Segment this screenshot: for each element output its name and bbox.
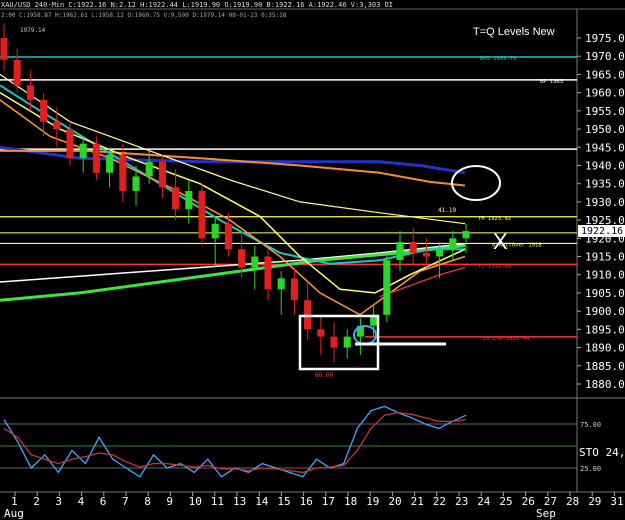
time-tick-label: 31 [610, 495, 623, 508]
time-tick-label: 6 [100, 495, 107, 508]
price-tick-label: 1885.00 [585, 360, 625, 373]
candle-body [436, 249, 444, 257]
candle-body [66, 129, 74, 159]
time-tick-label: 7 [122, 495, 129, 508]
price-tick-label: 1955.00 [585, 105, 625, 118]
candle-body [277, 278, 285, 290]
time-tick-label: 15 [277, 495, 290, 508]
price-tick-label: 1915.00 [585, 251, 625, 264]
annotation-label: 41.19 [438, 207, 456, 214]
candle-body [53, 121, 61, 130]
time-tick-label: 14 [255, 495, 269, 508]
time-tick-label: 26 [522, 495, 535, 508]
candle-body [462, 231, 470, 239]
price-tick-label: 1905.00 [585, 287, 625, 300]
time-tick-label: 4 [78, 495, 85, 508]
candle-body [40, 99, 48, 122]
candle-body [172, 187, 180, 210]
candle-body [317, 329, 325, 337]
price-tick-label: 1910.00 [585, 269, 625, 282]
ohlc-readout: XAU/USD 240-Min C:1922.16 N:2.12 H:1922.… [1, 1, 393, 9]
time-tick-label: 18 [344, 495, 357, 508]
time-tick-label: 28 [566, 495, 579, 508]
candle-body [238, 249, 246, 268]
time-tick-label: 22 [433, 495, 446, 508]
price-tick-label: 1935.00 [585, 178, 625, 191]
candle-body [79, 143, 87, 159]
candle-body [132, 176, 140, 191]
price-tick-label: 1900.00 [585, 305, 625, 318]
time-tick-label: 2 [33, 495, 40, 508]
chart-canvas: XAU/USD 240-Min C:1922.16 N:2.12 H:1922.… [0, 0, 625, 520]
candle-body [0, 38, 8, 60]
time-tick-label: 9 [166, 495, 173, 508]
candle-body [251, 256, 259, 268]
price-tick-label: 1950.00 [585, 123, 625, 136]
candle-body [145, 161, 153, 177]
last-price: 1922.16 [581, 226, 623, 237]
time-tick-label: 8 [144, 495, 151, 508]
price-tick-label: 1945.00 [585, 141, 625, 154]
time-tick-label: 29 [588, 495, 601, 508]
sto-readout: STO 24, [579, 446, 625, 459]
price-tick-label: 1970.00 [585, 50, 625, 63]
time-tick-label: 24 [477, 495, 491, 508]
candle-body [198, 190, 206, 239]
level-label: L0 Low 1892.94 [483, 336, 530, 342]
price-tick-label: 1940.00 [585, 159, 625, 172]
candle-body [264, 256, 272, 290]
high-label: 1979.14 [20, 27, 46, 34]
time-tick-label: 16 [300, 495, 313, 508]
candle-body [422, 252, 430, 257]
month-label: Aug [4, 507, 24, 520]
candle-body [92, 143, 100, 173]
chart-title: T=Q Levels New [473, 26, 555, 38]
time-tick-label: 17 [322, 495, 335, 508]
candle-body [396, 241, 404, 261]
sub-readout: 2:00 C:1958.87 H:1962.61 L:1958.12 O:196… [1, 12, 287, 19]
annotation-label: 86.00 [315, 372, 333, 379]
price-tick-label: 1960.00 [585, 87, 625, 100]
time-tick-label: 25 [499, 495, 512, 508]
price-tick-label: 1880.00 [585, 378, 625, 391]
candle-body [343, 336, 351, 348]
candle-body [13, 59, 21, 86]
candle-body [330, 336, 338, 348]
sto-tick-label: 25.00 [580, 465, 601, 473]
time-tick-label: 23 [455, 495, 468, 508]
price-tick-label: 1965.00 [585, 68, 625, 81]
candle-body [290, 278, 298, 301]
time-tick-label: 21 [411, 495, 424, 508]
candle-body [449, 238, 457, 250]
time-tick-label: 20 [388, 495, 401, 508]
candle-body [26, 85, 34, 100]
candle-body [383, 260, 391, 315]
candle-body [185, 190, 193, 210]
time-tick-label: 3 [55, 495, 62, 508]
price-tick-label: 1930.00 [585, 196, 625, 209]
price-tick-label: 1890.00 [585, 342, 625, 355]
time-tick-label: 10 [189, 495, 202, 508]
x-mark: X [493, 229, 508, 254]
sto-tick-label: 75.00 [580, 421, 601, 429]
time-tick-label: 11 [211, 495, 224, 508]
price-tick-label: 1975.00 [585, 32, 625, 45]
level-label: 0P 1965 [540, 79, 563, 85]
level-label: DH3 1969.78 [480, 56, 516, 62]
candle-body [158, 161, 166, 188]
candle-body [409, 241, 417, 253]
level-label: YL 1912.86 [478, 263, 511, 269]
time-tick-label: 13 [233, 495, 246, 508]
time-tick-label: 19 [366, 495, 379, 508]
candle-body [106, 154, 114, 173]
level-label: YH 1925.92 [478, 216, 511, 222]
candle-body [211, 223, 219, 239]
price-tick-label: 1895.00 [585, 323, 625, 336]
month-label: Sep [536, 507, 556, 520]
candle-body [224, 223, 232, 250]
candle-body [119, 154, 127, 191]
